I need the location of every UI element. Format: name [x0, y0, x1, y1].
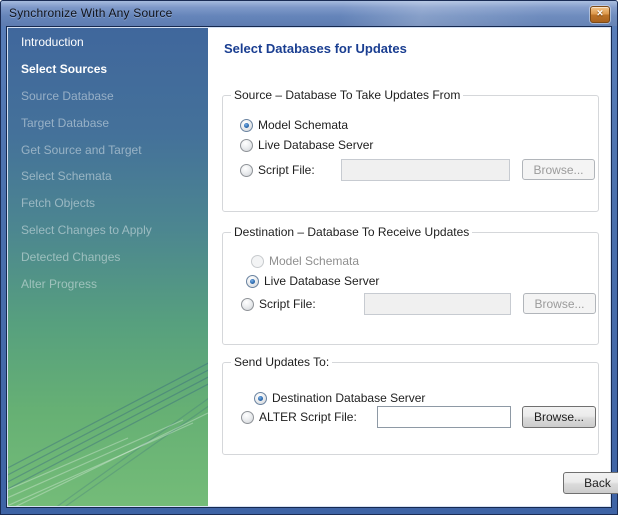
dialog-window: Synchronize With Any Source ×	[0, 0, 618, 515]
title-bar: Synchronize With Any Source ×	[1, 1, 617, 26]
sidebar-item-introduction: Introduction	[8, 29, 208, 56]
sidebar-item-alter-progress: Alter Progress	[8, 270, 208, 297]
option-destination-script-file: Script File: Browse...	[241, 293, 590, 315]
option-label: Script File:	[259, 297, 316, 311]
group-send-updates: Send Updates To: Destination Database Se…	[222, 362, 599, 455]
alter-script-file-input[interactable]	[377, 406, 511, 428]
destination-script-file-input	[364, 293, 511, 315]
radio-button-icon	[251, 255, 264, 268]
alter-browse-button[interactable]: Browse...	[522, 406, 596, 428]
option-send-alter-script-file: ALTER Script File: Browse...	[241, 406, 590, 428]
source-script-file-input	[341, 159, 510, 181]
radio-button-icon[interactable]	[240, 119, 253, 132]
sidebar-item-source-database: Source Database	[8, 83, 208, 110]
group-destination-title: Destination – Database To Receive Update…	[231, 225, 472, 239]
radio-button-icon[interactable]	[240, 164, 253, 177]
option-destination-live-server[interactable]: Live Database Server	[246, 271, 379, 291]
option-label: ALTER Script File:	[259, 410, 357, 424]
main-panel: Select Databases for Updates Source – Da…	[208, 28, 610, 506]
sidebar-item-detected-changes: Detected Changes	[8, 243, 208, 270]
option-source-script-file: Script File: Browse...	[240, 159, 590, 181]
client-area: Introduction Select Sources Source Datab…	[7, 27, 611, 507]
sidebar-item-select-sources: Select Sources	[8, 56, 208, 83]
option-label: Live Database Server	[264, 274, 379, 288]
sidebar-item-select-schemata: Select Schemata	[8, 163, 208, 190]
group-send-updates-title: Send Updates To:	[231, 355, 332, 369]
radio-button-icon[interactable]	[241, 411, 254, 424]
option-label: Live Database Server	[258, 138, 373, 152]
group-destination: Destination – Database To Receive Update…	[222, 232, 599, 345]
option-destination-model-schemata: Model Schemata	[251, 251, 359, 271]
close-icon: ×	[597, 9, 603, 20]
radio-button-icon[interactable]	[241, 298, 254, 311]
sidebar-item-fetch-objects: Fetch Objects	[8, 190, 208, 217]
wizard-sidebar: Introduction Select Sources Source Datab…	[8, 28, 208, 506]
sidebar-item-select-changes: Select Changes to Apply	[8, 217, 208, 244]
source-browse-button: Browse...	[522, 159, 595, 180]
radio-button-icon[interactable]	[246, 275, 259, 288]
option-label: Model Schemata	[258, 118, 348, 132]
radio-button-icon[interactable]	[240, 139, 253, 152]
option-label: Script File:	[258, 163, 315, 177]
sidebar-item-get-source-and-target: Get Source and Target	[8, 136, 208, 163]
option-label: Model Schemata	[269, 254, 359, 268]
option-send-destination-server[interactable]: Destination Database Server	[254, 388, 425, 408]
close-button[interactable]: ×	[590, 6, 610, 23]
group-source: Source – Database To Take Updates From M…	[222, 95, 599, 212]
destination-browse-button: Browse...	[523, 293, 596, 314]
radio-button-icon[interactable]	[254, 392, 267, 405]
back-button[interactable]: Back	[563, 472, 618, 494]
option-label: Destination Database Server	[272, 391, 425, 405]
group-source-title: Source – Database To Take Updates From	[231, 88, 463, 102]
sidebar-item-target-database: Target Database	[8, 109, 208, 136]
window-title: Synchronize With Any Source	[9, 6, 172, 20]
option-source-live-server[interactable]: Live Database Server	[240, 135, 373, 155]
option-source-model-schemata[interactable]: Model Schemata	[240, 115, 348, 135]
wizard-steps: Introduction Select Sources Source Datab…	[8, 28, 208, 297]
page-title: Select Databases for Updates	[224, 41, 407, 56]
